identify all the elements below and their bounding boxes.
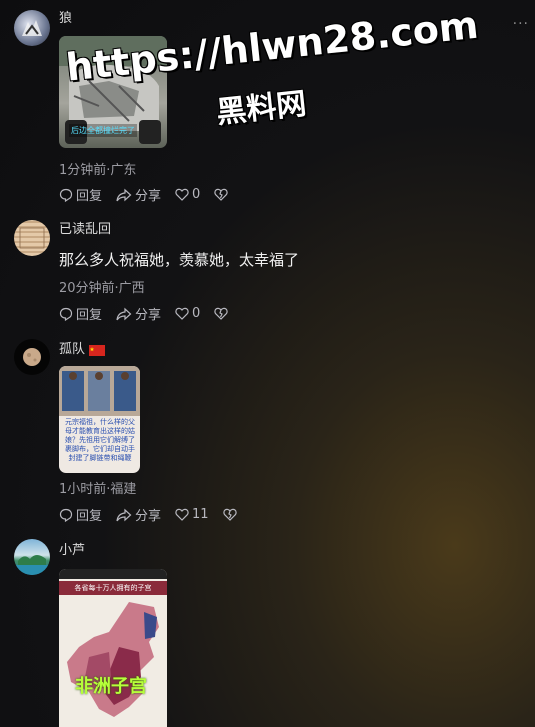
reply-button[interactable]: 回复 (59, 304, 102, 323)
heart-icon (175, 307, 189, 320)
reply-icon (59, 307, 73, 321)
like-button[interactable]: 11 (175, 507, 209, 522)
wolf-avatar-icon (22, 20, 42, 36)
more-options-icon[interactable]: ··· (513, 16, 529, 32)
reply-button[interactable]: 回复 (59, 505, 102, 524)
phone-status-bar (59, 569, 167, 579)
username[interactable]: 小芦 (59, 543, 85, 559)
image-overlay-text: 非洲子宫 (75, 676, 147, 697)
like-button[interactable]: 0 (175, 306, 200, 321)
reply-label: 回复 (76, 189, 103, 204)
avatar[interactable] (14, 220, 50, 256)
username-text: 孤队 (59, 342, 86, 357)
image-caption: 元宗福祖，什么样的父母才能教育出这样的姑娘？先祖用它们解缚了裹脚布，它们却自动手… (65, 418, 135, 462)
username[interactable]: 已读乱回 (59, 222, 111, 238)
share-button[interactable]: 分享 (116, 185, 161, 204)
reply-label: 回复 (76, 308, 103, 323)
avatar[interactable] (14, 10, 50, 46)
comment-meta: 1分钟前·广东 (59, 163, 137, 178)
comment-actions: 回复 分享 0 (59, 185, 245, 204)
text-avatar-icon (19, 227, 45, 249)
comment-actions: 回复 分享 11 (59, 505, 254, 524)
comment-image[interactable]: 元宗福祖，什么样的父母才能教育出这样的姑娘？先祖用它们解缚了裹脚布，它们却自动手… (59, 366, 140, 473)
reply-icon (59, 508, 73, 522)
dislike-button[interactable] (222, 508, 240, 521)
watermark-url: https://hlwn28.com (64, 2, 481, 90)
china-map-image (67, 602, 159, 717)
share-icon (116, 508, 132, 521)
reply-label: 回复 (76, 509, 103, 524)
like-count: 11 (192, 507, 209, 522)
share-label: 分享 (135, 308, 162, 323)
dislike-button[interactable] (214, 188, 231, 201)
dislike-button[interactable] (214, 307, 231, 320)
image-caption: 后边全都撞烂完了 (69, 124, 137, 137)
comment-meta: 20分钟前·广西 (59, 281, 145, 296)
share-button[interactable]: 分享 (116, 505, 161, 524)
comment-meta: 1小时前·福建 (59, 482, 137, 497)
comment-image[interactable]: 各省每十万人拥有的子宫 非洲子宫 (59, 569, 167, 727)
comment-text: 那么多人祝福她，羡慕她，太幸福了 (59, 251, 300, 269)
watermark-name: 黑料网 (214, 86, 309, 131)
like-button[interactable]: 0 (175, 187, 200, 202)
share-icon (116, 188, 132, 201)
broken-heart-icon (222, 508, 237, 521)
share-icon (116, 307, 132, 320)
username[interactable]: 狼 (59, 11, 72, 27)
reply-icon (59, 188, 73, 202)
heart-icon (175, 508, 189, 521)
like-count: 0 (192, 187, 201, 202)
avatar[interactable] (14, 539, 50, 575)
share-label: 分享 (135, 509, 162, 524)
reply-button[interactable]: 回复 (59, 185, 102, 204)
broken-heart-icon (214, 307, 228, 320)
avatar[interactable] (14, 339, 50, 375)
broken-heart-icon (214, 188, 228, 201)
heart-icon (175, 188, 189, 201)
landscape-avatar-icon (14, 555, 50, 575)
comment-actions: 回复 分享 0 (59, 304, 245, 323)
like-count: 0 (192, 306, 201, 321)
share-button[interactable]: 分享 (116, 304, 161, 323)
map-header: 各省每十万人拥有的子宫 (59, 581, 167, 595)
moon-avatar-icon (23, 348, 41, 366)
share-label: 分享 (135, 189, 162, 204)
username[interactable]: 孤队 (59, 342, 106, 358)
people-photo-image (59, 366, 140, 416)
china-flag-icon (89, 344, 106, 356)
